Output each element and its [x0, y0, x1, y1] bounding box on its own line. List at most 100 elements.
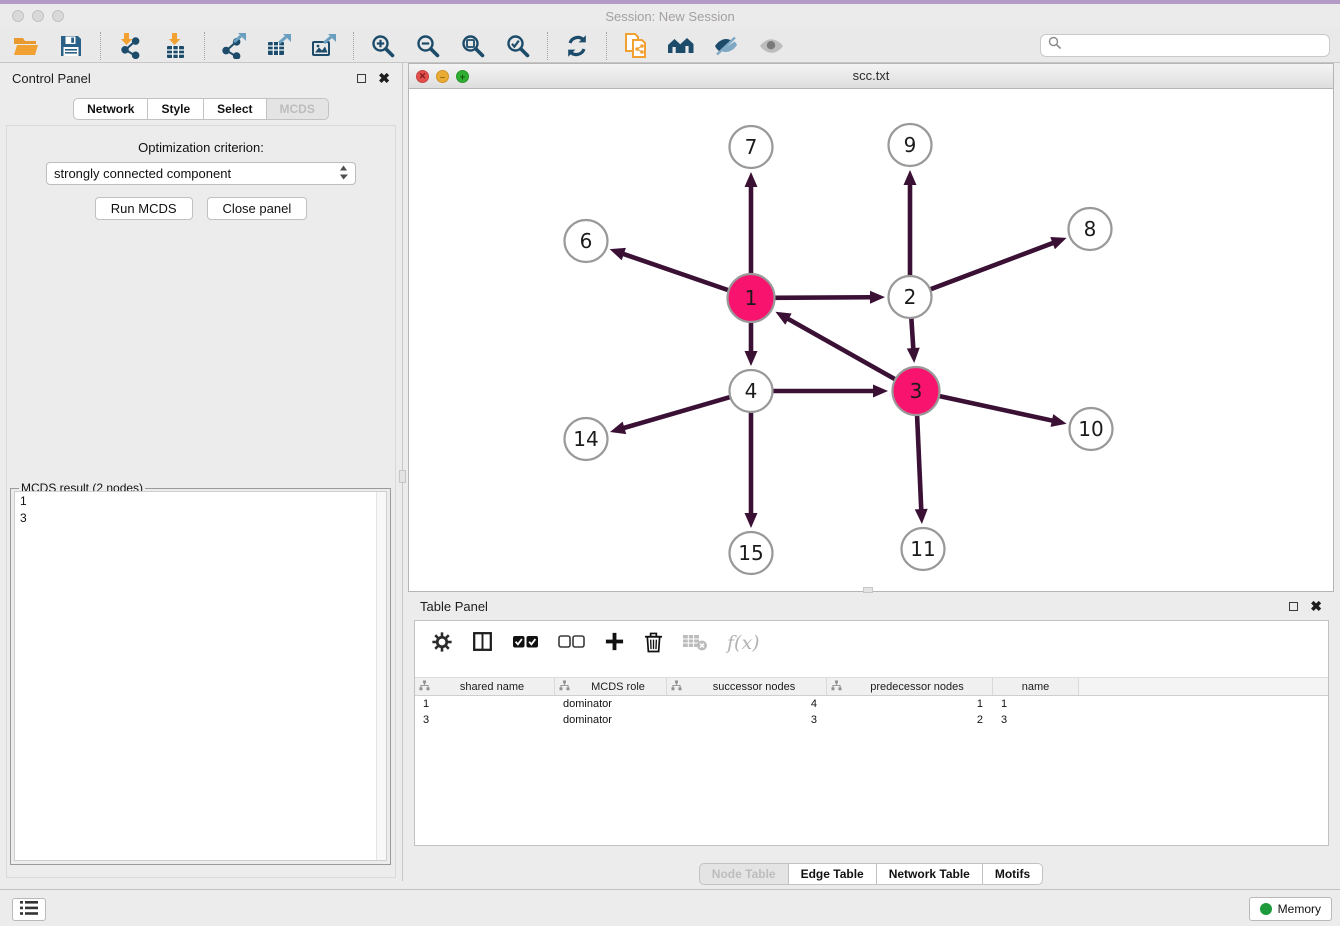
export-table-icon — [266, 34, 292, 58]
graph-edge[interactable] — [774, 297, 872, 298]
network-canvas[interactable]: 7 9 6 8 1 2 4 3 14 10 15 11 — [409, 89, 1333, 591]
graph-node-label: 14 — [573, 427, 598, 451]
float-panel-icon[interactable] — [357, 74, 366, 83]
table-row[interactable]: 3dominator323 — [415, 712, 1328, 728]
column-header[interactable]: name — [993, 678, 1079, 695]
column-tree-icon — [419, 680, 430, 694]
graph-node-14[interactable]: 14 — [565, 418, 608, 460]
application-window: Session: New Session Control Panel ✖ Net… — [0, 0, 1340, 926]
tab-edge-table[interactable]: Edge Table — [788, 863, 877, 885]
search-box — [1040, 34, 1330, 57]
graph-edge[interactable] — [929, 242, 1055, 290]
memory-label: Memory — [1278, 902, 1321, 916]
select-all-rows-icon — [512, 633, 539, 654]
table-cell: 2 — [827, 714, 993, 726]
search-input[interactable] — [1066, 39, 1322, 53]
delete-columns-button[interactable] — [644, 631, 663, 656]
tab-network[interactable]: Network — [73, 98, 148, 120]
import-table-button[interactable] — [159, 31, 191, 61]
tab-motifs[interactable]: Motifs — [982, 863, 1043, 885]
graph-node-11[interactable]: 11 — [902, 528, 945, 570]
table-panel-header: Table Panel ✖ — [408, 592, 1334, 620]
toolbar-separator — [547, 32, 548, 60]
table-panel-content: f(x) shared nameMCDS rolesuccessor nodes… — [414, 620, 1329, 846]
graph-node-7[interactable]: 7 — [730, 126, 773, 168]
close-panel-button[interactable]: Close panel — [207, 197, 308, 220]
tab-node-table[interactable]: Node Table — [699, 863, 789, 885]
float-table-panel-icon[interactable] — [1289, 602, 1298, 611]
hide-selected-button[interactable] — [710, 31, 742, 61]
memory-button[interactable]: Memory — [1249, 897, 1332, 921]
column-header[interactable]: predecessor nodes — [827, 678, 993, 695]
zoom-out-button[interactable] — [412, 31, 444, 61]
result-scrollbar[interactable] — [376, 492, 386, 860]
graph-node-label: 7 — [745, 135, 758, 159]
tab-network-table[interactable]: Network Table — [876, 863, 983, 885]
import-network-button[interactable] — [114, 31, 146, 61]
refresh-button[interactable] — [561, 31, 593, 61]
save-session-button[interactable] — [55, 31, 87, 61]
graph-edge-arrowhead — [904, 170, 917, 185]
show-columns-button[interactable] — [472, 631, 493, 655]
graph-node-2[interactable]: 2 — [889, 276, 932, 318]
tab-mcds[interactable]: MCDS — [266, 98, 329, 120]
control-panel-tabs: NetworkStyleSelectMCDS — [0, 98, 402, 120]
column-header-label: predecessor nodes — [846, 681, 988, 693]
graph-node-1[interactable]: 1 — [728, 274, 775, 322]
deselect-all-rows-icon — [558, 633, 585, 654]
graph-node-6[interactable]: 6 — [565, 220, 608, 262]
open-session-button[interactable] — [10, 31, 42, 61]
export-table-button[interactable] — [263, 31, 295, 61]
graph-edge[interactable] — [938, 396, 1053, 421]
graph-node-10[interactable]: 10 — [1070, 408, 1113, 450]
graph-node-15[interactable]: 15 — [730, 532, 773, 574]
table-cell: dominator — [555, 714, 667, 726]
graph-edge[interactable] — [917, 414, 921, 511]
select-all-rows-button[interactable] — [512, 633, 539, 654]
mcds-result-text: 1 3 — [15, 492, 376, 860]
run-mcds-button[interactable]: Run MCDS — [95, 197, 193, 220]
mcds-result-groupbox: MCDS result (2 nodes) 1 3 — [10, 488, 391, 865]
graph-node-4[interactable]: 4 — [730, 370, 773, 412]
table-cell: 1 — [415, 698, 555, 710]
column-header[interactable]: successor nodes — [667, 678, 827, 695]
graph-edge[interactable] — [787, 318, 896, 380]
network-from-selection-button[interactable] — [620, 31, 652, 61]
graph-edge-arrowhead — [745, 172, 758, 187]
equation-builder-button: f(x) — [727, 632, 760, 654]
vertical-splitter-handle[interactable] — [399, 470, 406, 483]
column-header[interactable]: shared name — [415, 678, 555, 695]
close-panel-icon[interactable]: ✖ — [378, 71, 390, 85]
show-all-button[interactable] — [755, 31, 787, 61]
zoom-fit-button[interactable] — [457, 31, 489, 61]
export-network-button[interactable] — [218, 31, 250, 61]
import-network-icon — [118, 33, 142, 59]
table-mode-gear-button[interactable] — [431, 631, 453, 656]
tab-style[interactable]: Style — [147, 98, 204, 120]
graph-node-3[interactable]: 3 — [893, 367, 940, 415]
graph-node-8[interactable]: 8 — [1069, 208, 1112, 250]
deselect-all-rows-button[interactable] — [558, 633, 585, 654]
graph-edge[interactable] — [622, 253, 729, 290]
graph-node-9[interactable]: 9 — [889, 124, 932, 166]
graph-edge-arrowhead — [870, 291, 885, 304]
optimization-criterion-select[interactable]: strongly connected component — [46, 162, 356, 185]
graph-edge[interactable] — [911, 317, 913, 350]
add-column-button[interactable] — [604, 631, 625, 655]
tab-select[interactable]: Select — [203, 98, 266, 120]
zoom-in-button[interactable] — [367, 31, 399, 61]
close-table-panel-icon[interactable]: ✖ — [1310, 599, 1322, 613]
first-neighbors-button[interactable] — [665, 31, 697, 61]
column-tree-icon — [671, 680, 682, 694]
zoom-selected-button[interactable] — [502, 31, 534, 61]
table-row[interactable]: 1dominator411 — [415, 696, 1328, 712]
graph-edge[interactable] — [622, 397, 731, 429]
column-header[interactable]: MCDS role — [555, 678, 667, 695]
horizontal-splitter-handle[interactable] — [863, 587, 873, 593]
column-tree-icon — [831, 680, 842, 694]
toolbar-separator — [353, 32, 354, 60]
toolbar-separator — [204, 32, 205, 60]
task-history-button[interactable] — [12, 898, 46, 921]
export-image-button[interactable] — [308, 31, 340, 61]
graph-edge-arrowhead — [1050, 237, 1066, 249]
